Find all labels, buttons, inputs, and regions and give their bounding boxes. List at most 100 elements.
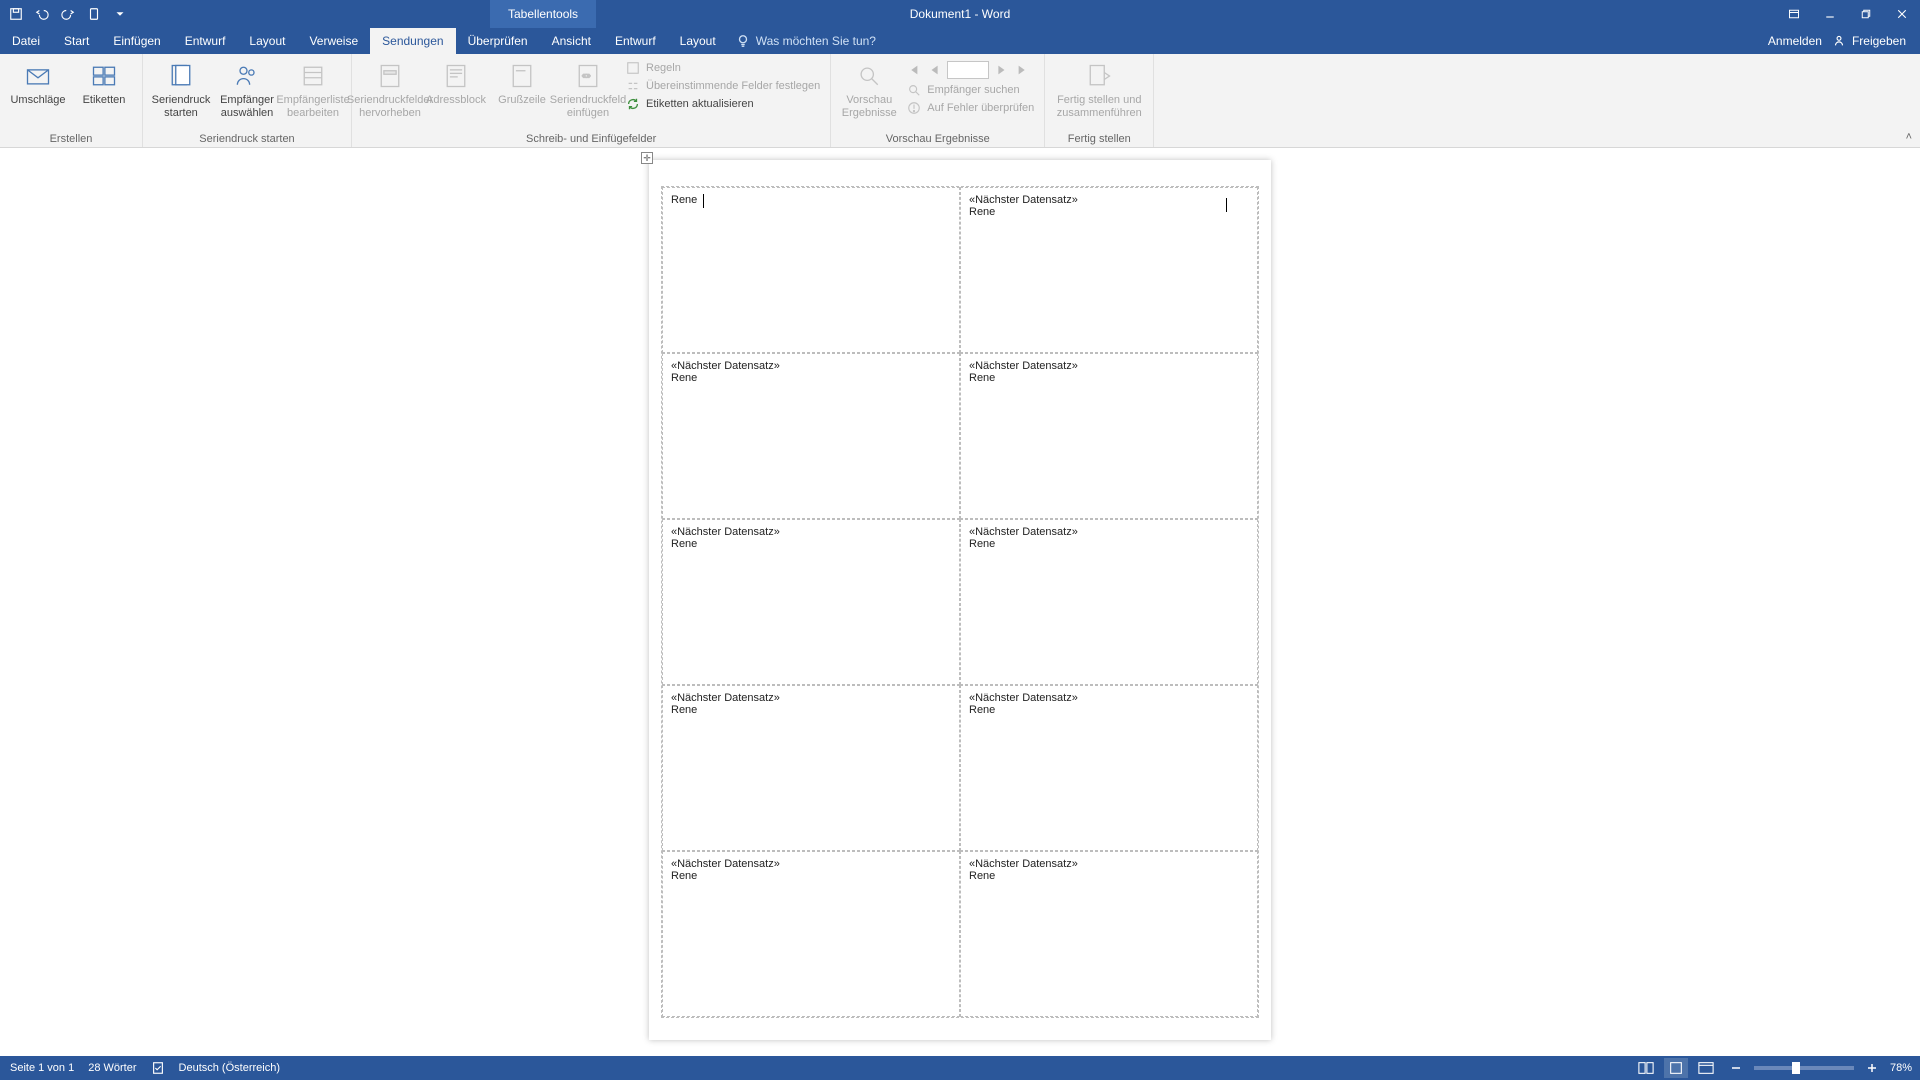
vorschau-ergebnisse-button: Vorschau Ergebnisse (837, 58, 901, 121)
tell-me-placeholder: Was möchten Sie tun? (756, 34, 876, 48)
first-record-icon (903, 60, 923, 80)
zoom-in-icon[interactable] (1860, 1058, 1884, 1078)
next-record-icon (991, 60, 1011, 80)
labels-icon (88, 60, 120, 92)
empfaenger-auswaehlen-button[interactable]: Empfänger auswählen (215, 58, 279, 121)
next-record-field: «Nächster Datensatz» (969, 194, 1249, 206)
redo-icon[interactable] (56, 2, 80, 26)
tab-contextual-layout[interactable]: Layout (668, 28, 728, 54)
label-cell-4-1[interactable]: «Nächster Datensatz» Rene (662, 685, 960, 851)
rules-icon (626, 61, 640, 75)
share-label: Freigeben (1852, 34, 1906, 48)
group-fertig-label: Fertig stellen (1051, 131, 1147, 145)
etiketten-aktualisieren-button[interactable]: Etiketten aktualisieren (622, 96, 824, 112)
tab-verweise[interactable]: Verweise (297, 28, 370, 54)
group-felder: Seriendruckfelder hervorheben Adressbloc… (352, 54, 831, 147)
collapse-ribbon-icon[interactable]: ˄ (1906, 131, 1912, 143)
zoom-slider-thumb[interactable] (1792, 1062, 1800, 1074)
tab-ansicht[interactable]: Ansicht (540, 28, 603, 54)
tab-ueberpruefen[interactable]: Überprüfen (456, 28, 540, 54)
undo-icon[interactable] (30, 2, 54, 26)
next-record-field: «Nächster Datensatz» (969, 692, 1249, 704)
status-page[interactable]: Seite 1 von 1 (10, 1062, 74, 1074)
greetingline-icon (506, 60, 538, 92)
cell-text: Rene (969, 870, 1249, 882)
titlebar: Tabellentools Dokument1 - Word (0, 0, 1920, 28)
window-controls (1776, 0, 1920, 28)
tab-sendungen[interactable]: Sendungen (370, 28, 455, 54)
grusszeile-label: Grußzeile (498, 94, 546, 107)
svg-text:«»: «» (582, 71, 591, 80)
tab-contextual-entwurf[interactable]: Entwurf (603, 28, 668, 54)
cell-text: Rene (969, 538, 1249, 550)
update-labels-icon (626, 97, 640, 111)
next-record-field: «Nächster Datensatz» (671, 858, 951, 870)
sign-in-button[interactable]: Anmelden (1768, 34, 1822, 48)
empfaengerliste-bearbeiten-button: Empfängerliste bearbeiten (281, 58, 345, 121)
vorschau-ergebnisse-label: Vorschau Ergebnisse (839, 94, 899, 119)
grusszeile-button: Grußzeile (490, 58, 554, 109)
touch-mode-icon[interactable] (82, 2, 106, 26)
fehler-ueberpruefen-button: Auf Fehler überprüfen (903, 100, 1038, 116)
edit-recipients-icon (297, 60, 329, 92)
view-print-layout-icon[interactable] (1664, 1058, 1688, 1078)
zoom-percentage[interactable]: 78% (1890, 1062, 1912, 1074)
label-cell-5-1[interactable]: «Nächster Datensatz» Rene (662, 851, 960, 1017)
tab-layout[interactable]: Layout (237, 28, 297, 54)
fehler-ueberpruefen-label: Auf Fehler überprüfen (927, 102, 1034, 114)
document-workspace[interactable]: ✛ Rene «Nächster Datensatz» Rene «Nächst… (0, 148, 1920, 1056)
text-cursor (703, 194, 704, 208)
etiketten-button[interactable]: Etiketten (72, 58, 136, 109)
label-cell-2-1[interactable]: «Nächster Datensatz» Rene (662, 353, 960, 519)
cell-text: Rene (969, 704, 1249, 716)
save-icon[interactable] (4, 2, 28, 26)
label-cell-3-2[interactable]: «Nächster Datensatz» Rene (960, 519, 1258, 685)
quick-access-toolbar (0, 2, 132, 26)
label-cell-5-2[interactable]: «Nächster Datensatz» Rene (960, 851, 1258, 1017)
tell-me-search[interactable]: Was möchten Sie tun? (736, 28, 876, 54)
find-recipient-icon (907, 83, 921, 97)
group-seriendruck-starten: Seriendruck starten Empfänger auswählen … (143, 54, 352, 147)
qat-customize-icon[interactable] (108, 2, 132, 26)
empfaenger-auswaehlen-label: Empfänger auswählen (217, 94, 277, 119)
felder-festlegen-button: Übereinstimmende Felder festlegen (622, 78, 824, 94)
label-cell-1-1[interactable]: Rene (662, 187, 960, 353)
record-navigator (903, 60, 1038, 80)
insert-mergefield-icon: «» (572, 60, 604, 92)
adressblock-button: Adressblock (424, 58, 488, 109)
tab-datei[interactable]: Datei (0, 28, 52, 54)
tab-start[interactable]: Start (52, 28, 101, 54)
seriendruck-starten-button[interactable]: Seriendruck starten (149, 58, 213, 121)
share-button[interactable]: Freigeben (1832, 34, 1906, 48)
mailmerge-start-icon (165, 60, 197, 92)
tab-entwurf[interactable]: Entwurf (173, 28, 238, 54)
next-record-field: «Nächster Datensatz» (969, 858, 1249, 870)
label-cell-2-2[interactable]: «Nächster Datensatz» Rene (960, 353, 1258, 519)
minimize-icon[interactable] (1812, 0, 1848, 28)
label-cell-3-1[interactable]: «Nächster Datensatz» Rene (662, 519, 960, 685)
zoom-slider[interactable] (1754, 1066, 1854, 1070)
view-web-layout-icon[interactable] (1694, 1058, 1718, 1078)
label-cell-4-2[interactable]: «Nächster Datensatz» Rene (960, 685, 1258, 851)
ribbon-display-options-icon[interactable] (1776, 0, 1812, 28)
status-proofing-icon[interactable] (151, 1061, 165, 1075)
view-read-mode-icon[interactable] (1634, 1058, 1658, 1078)
label-table[interactable]: Rene «Nächster Datensatz» Rene «Nächster… (661, 186, 1259, 1018)
next-record-field: «Nächster Datensatz» (671, 526, 951, 538)
table-move-handle-icon[interactable]: ✛ (641, 152, 653, 164)
group-vorschau-label: Vorschau Ergebnisse (837, 131, 1038, 145)
label-cell-1-2[interactable]: «Nächster Datensatz» Rene (960, 187, 1258, 353)
zoom-out-icon[interactable] (1724, 1058, 1748, 1078)
tabellentools-tab[interactable]: Tabellentools (490, 0, 596, 28)
status-words[interactable]: 28 Wörter (88, 1062, 136, 1074)
umschlaege-button[interactable]: Umschläge (6, 58, 70, 109)
window-title: Dokument1 - Word (910, 0, 1010, 28)
page[interactable]: ✛ Rene «Nächster Datensatz» Rene «Nächst… (649, 160, 1271, 1040)
cell-text: Rene (969, 372, 1249, 384)
hervorheben-label: Seriendruckfelder hervorheben (347, 94, 433, 119)
restore-icon[interactable] (1848, 0, 1884, 28)
finish-merge-icon (1083, 60, 1115, 92)
close-icon[interactable] (1884, 0, 1920, 28)
tab-einfuegen[interactable]: Einfügen (101, 28, 172, 54)
status-language[interactable]: Deutsch (Österreich) (179, 1062, 280, 1074)
